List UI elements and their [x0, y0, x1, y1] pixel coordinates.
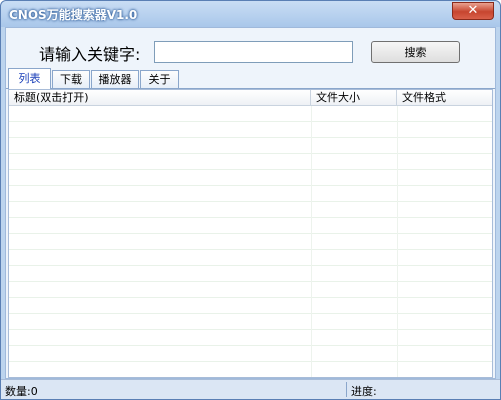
- title-bar[interactable]: CNOS万能搜索器V1.0 ✕: [1, 1, 500, 27]
- search-input[interactable]: [154, 41, 353, 63]
- status-count: 数量:0: [5, 385, 38, 398]
- column-separator: [397, 106, 398, 377]
- column-separator: [311, 106, 312, 377]
- status-progress: 进度:: [351, 385, 377, 398]
- column-header-size[interactable]: 文件大小: [311, 90, 397, 106]
- list-header: 标题(双击打开) 文件大小 文件格式: [9, 90, 492, 106]
- client-area: 请输入关键字: 搜索 列表 下载 播放器 关于 标题(双击打开) 文件大小 文件…: [5, 27, 496, 379]
- tab-bar: 列表 下载 播放器 关于: [6, 68, 495, 89]
- tab-list[interactable]: 列表: [8, 68, 51, 89]
- column-header-format[interactable]: 文件格式: [397, 90, 492, 106]
- results-list[interactable]: 标题(双击打开) 文件大小 文件格式: [8, 89, 493, 378]
- status-bar: 数量:0 进度:: [1, 379, 500, 399]
- tab-about[interactable]: 关于: [140, 70, 179, 89]
- list-rows[interactable]: [9, 106, 492, 377]
- app-window: CNOS万能搜索器V1.0 ✕ 请输入关键字: 搜索 列表 下载 播放器 关于 …: [0, 0, 501, 400]
- search-label: 请输入关键字:: [39, 45, 141, 64]
- status-divider: [346, 382, 347, 397]
- column-header-title[interactable]: 标题(双击打开): [9, 90, 311, 106]
- search-button[interactable]: 搜索: [371, 41, 460, 63]
- close-button[interactable]: ✕: [452, 2, 494, 20]
- window-title: CNOS万能搜索器V1.0: [9, 8, 138, 22]
- tab-download[interactable]: 下载: [52, 70, 90, 89]
- close-icon: ✕: [467, 3, 479, 18]
- tab-player[interactable]: 播放器: [91, 70, 139, 89]
